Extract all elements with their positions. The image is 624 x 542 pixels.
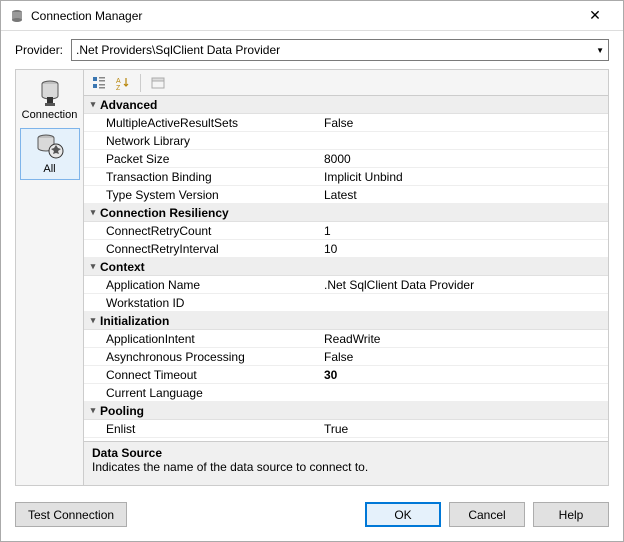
titlebar: Connection Manager ✕ — [1, 1, 623, 31]
property-value[interactable]: 1 — [320, 224, 608, 238]
property-name: ApplicationIntent — [100, 332, 320, 346]
property-pages-button[interactable] — [147, 73, 169, 93]
alphabetical-button[interactable]: A Z — [112, 73, 134, 93]
property-name: Asynchronous Processing — [100, 350, 320, 364]
toolbar-separator — [140, 74, 141, 92]
expander-icon[interactable]: ▾ — [86, 99, 100, 110]
property-value[interactable]: .Net SqlClient Data Provider — [320, 278, 608, 292]
property-name: Transaction Binding — [100, 170, 320, 184]
category-row[interactable]: ▾Connection Resiliency — [84, 204, 608, 222]
property-value[interactable]: False — [320, 350, 608, 364]
property-name: MultipleActiveResultSets — [100, 116, 320, 130]
property-row[interactable]: Current Language — [84, 384, 608, 402]
property-row[interactable]: MultipleActiveResultSetsFalse — [84, 114, 608, 132]
property-row[interactable]: Workstation ID — [84, 294, 608, 312]
provider-label: Provider: — [15, 43, 63, 57]
ok-button[interactable]: OK — [365, 502, 441, 527]
property-value[interactable]: True — [320, 422, 608, 436]
property-row[interactable]: ApplicationIntentReadWrite — [84, 330, 608, 348]
property-value[interactable]: 30 — [320, 368, 608, 382]
category-name: Connection Resiliency — [100, 206, 229, 220]
footer: Test Connection OK Cancel Help — [1, 494, 623, 541]
category-name: Context — [100, 260, 145, 274]
categorized-button[interactable] — [88, 73, 110, 93]
property-value[interactable]: 8000 — [320, 152, 608, 166]
property-value[interactable]: Latest — [320, 188, 608, 202]
property-name: Load Balance Timeout — [100, 440, 320, 442]
category-name: Initialization — [100, 314, 169, 328]
property-row[interactable]: Transaction BindingImplicit Unbind — [84, 168, 608, 186]
help-button[interactable]: Help — [533, 502, 609, 527]
dialog-body: Connection All — [15, 69, 609, 486]
property-value[interactable]: False — [320, 116, 608, 130]
help-title: Data Source — [92, 446, 600, 460]
property-name: Enlist — [100, 422, 320, 436]
property-row[interactable]: Packet Size8000 — [84, 150, 608, 168]
property-row[interactable]: Asynchronous ProcessingFalse — [84, 348, 608, 366]
expander-icon[interactable]: ▾ — [86, 207, 100, 218]
property-name: Connect Timeout — [100, 368, 320, 382]
property-row[interactable]: Type System VersionLatest — [84, 186, 608, 204]
grid-toolbar: A Z — [84, 70, 608, 96]
property-value[interactable]: 0 — [320, 440, 608, 442]
help-description: Indicates the name of the data source to… — [92, 460, 600, 474]
category-name: Pooling — [100, 404, 144, 418]
property-row[interactable]: ConnectRetryInterval10 — [84, 240, 608, 258]
provider-dropdown[interactable]: .Net Providers\SqlClient Data Provider ▼ — [71, 39, 609, 61]
sidebar: Connection All — [16, 70, 84, 485]
property-row[interactable]: Load Balance Timeout0 — [84, 438, 608, 441]
close-button[interactable]: ✕ — [575, 7, 615, 24]
property-name: ConnectRetryInterval — [100, 242, 320, 256]
property-name: Current Language — [100, 386, 320, 400]
category-row[interactable]: ▾Pooling — [84, 402, 608, 420]
svg-text:A: A — [116, 78, 121, 85]
sidebar-item-label: All — [21, 163, 79, 175]
property-row[interactable]: EnlistTrue — [84, 420, 608, 438]
category-row[interactable]: ▾Initialization — [84, 312, 608, 330]
expander-icon[interactable]: ▾ — [86, 261, 100, 272]
property-name: Type System Version — [100, 188, 320, 202]
property-name: Application Name — [100, 278, 320, 292]
property-value[interactable]: 10 — [320, 242, 608, 256]
property-grid[interactable]: ▾AdvancedMultipleActiveResultSetsFalseNe… — [84, 96, 608, 441]
sidebar-item-connection[interactable]: Connection — [20, 74, 80, 126]
property-grid-area: A Z ▾AdvancedMultipleActiveResultSetsFal… — [84, 70, 608, 485]
category-name: Advanced — [100, 98, 157, 112]
chevron-down-icon: ▼ — [596, 46, 604, 55]
connection-manager-window: Connection Manager ✕ Provider: .Net Prov… — [0, 0, 624, 542]
property-value[interactable]: ReadWrite — [320, 332, 608, 346]
provider-row: Provider: .Net Providers\SqlClient Data … — [1, 31, 623, 69]
app-icon — [9, 8, 25, 24]
property-row[interactable]: Application Name.Net SqlClient Data Prov… — [84, 276, 608, 294]
sidebar-item-label: Connection — [21, 109, 79, 121]
help-panel: Data Source Indicates the name of the da… — [84, 441, 608, 485]
property-name: ConnectRetryCount — [100, 224, 320, 238]
property-row[interactable]: Network Library — [84, 132, 608, 150]
property-row[interactable]: Connect Timeout30 — [84, 366, 608, 384]
cancel-button[interactable]: Cancel — [449, 502, 525, 527]
expander-icon[interactable]: ▾ — [86, 405, 100, 416]
sidebar-item-all[interactable]: All — [20, 128, 80, 180]
window-title: Connection Manager — [31, 9, 575, 23]
category-row[interactable]: ▾Advanced — [84, 96, 608, 114]
expander-icon[interactable]: ▾ — [86, 315, 100, 326]
property-row[interactable]: ConnectRetryCount1 — [84, 222, 608, 240]
category-row[interactable]: ▾Context — [84, 258, 608, 276]
property-name: Network Library — [100, 134, 320, 148]
property-name: Workstation ID — [100, 296, 320, 310]
test-connection-button[interactable]: Test Connection — [15, 502, 127, 527]
property-name: Packet Size — [100, 152, 320, 166]
svg-text:Z: Z — [116, 85, 121, 90]
property-value[interactable]: Implicit Unbind — [320, 170, 608, 184]
provider-value: .Net Providers\SqlClient Data Provider — [76, 43, 280, 57]
